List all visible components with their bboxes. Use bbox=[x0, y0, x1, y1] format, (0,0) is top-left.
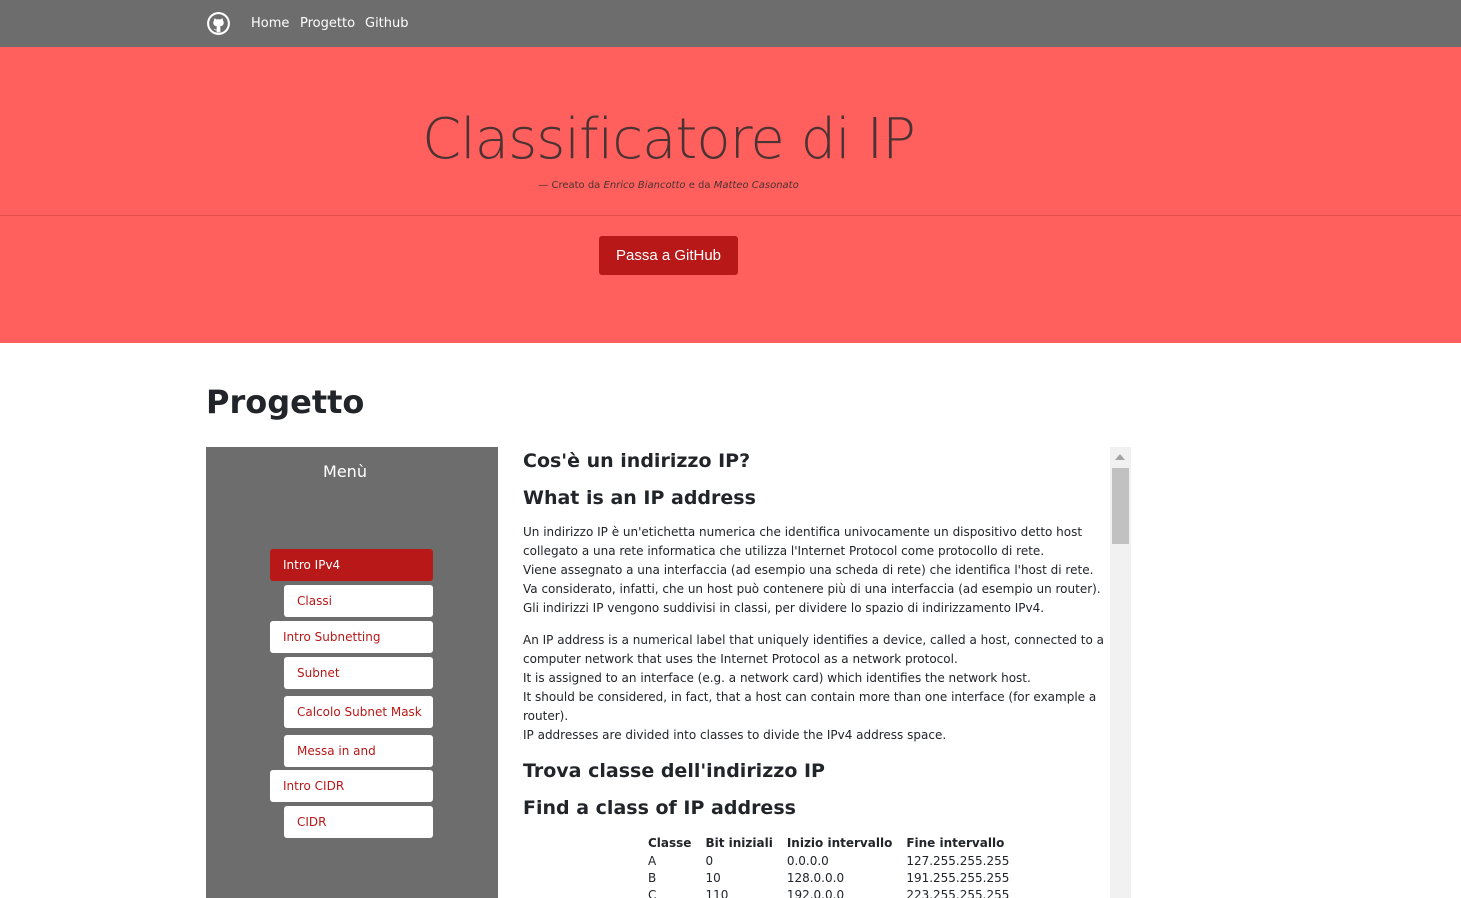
hero-banner: Classificatore di IP — Creato da Enrico … bbox=[0, 47, 1461, 343]
menu-item-classi[interactable]: Classi bbox=[284, 585, 433, 617]
text-line: It should be considered, in fact, that a… bbox=[523, 690, 1097, 704]
scroll-thumb[interactable] bbox=[1112, 468, 1129, 544]
text-line: Un indirizzo IP è un'etichetta numerica … bbox=[523, 525, 1083, 539]
column-header: Bit iniziali bbox=[705, 835, 773, 850]
text-line: collegato a una rete informatica che uti… bbox=[523, 544, 1045, 558]
table-row: C 110 192.0.0.0 223.255.255.255 bbox=[648, 886, 1023, 898]
hero-divider bbox=[0, 215, 1461, 216]
top-navbar: Home Progetto Github bbox=[0, 0, 1461, 47]
ip-class-table: Classe Bit iniziali Inizio intervallo Fi… bbox=[648, 833, 1023, 898]
nav-link-github[interactable]: Github bbox=[365, 16, 409, 31]
section-title: Progetto bbox=[206, 383, 365, 421]
text-line: IP addresses are divided into classes to… bbox=[523, 728, 947, 742]
table-cell: 191.255.255.255 bbox=[906, 870, 1010, 885]
hero-byline: — Creato da Enrico Biancotto e da Matteo… bbox=[0, 180, 1337, 191]
text-line: It is assigned to an interface (e.g. a n… bbox=[523, 671, 1031, 685]
column-header: Classe bbox=[648, 835, 692, 850]
text-line: computer network that uses the Internet … bbox=[523, 652, 958, 666]
sidebar-title: Menù bbox=[323, 462, 367, 481]
nav-link-home[interactable]: Home bbox=[251, 16, 289, 31]
table-cell: 192.0.0.0 bbox=[786, 887, 845, 898]
menu-item-intro-cidr[interactable]: Intro CIDR bbox=[270, 770, 433, 802]
table-header-row: Classe Bit iniziali Inizio intervallo Fi… bbox=[648, 833, 1023, 852]
heading-trova-classe: Trova classe dell'indirizzo IP bbox=[523, 760, 825, 782]
text-line: An IP address is a numerical label that … bbox=[523, 633, 1105, 647]
table-cell: 10 bbox=[705, 870, 721, 885]
table-cell: 0.0.0.0 bbox=[786, 853, 829, 868]
author-name: Enrico Biancotto bbox=[603, 180, 686, 191]
github-button[interactable]: Passa a GitHub bbox=[599, 236, 738, 275]
table-cell: 223.255.255.255 bbox=[906, 887, 1010, 898]
column-header: Fine intervallo bbox=[906, 835, 1005, 850]
scroll-up-arrow-icon[interactable] bbox=[1115, 454, 1125, 460]
content-scrollbar[interactable] bbox=[1110, 447, 1131, 898]
sidebar-menu: Menù Intro IPv4 Classi Intro Subnetting … bbox=[206, 447, 498, 898]
content-panel[interactable]: Cos'è un indirizzo IP? What is an IP add… bbox=[498, 447, 1110, 898]
text-line: Viene assegnato a una interfaccia (ad es… bbox=[523, 563, 1094, 577]
table-cell: B bbox=[648, 870, 657, 885]
nav-link-progetto[interactable]: Progetto bbox=[300, 16, 355, 31]
byline-prefix: — Creato da bbox=[538, 180, 604, 191]
text-line: Va considerato, infatti, che un host può… bbox=[523, 582, 1101, 596]
table-cell: 127.255.255.255 bbox=[906, 853, 1010, 868]
table-cell: 0 bbox=[705, 853, 714, 868]
menu-item-intro-subnetting[interactable]: Intro Subnetting bbox=[270, 621, 433, 653]
menu-item-cidr[interactable]: CIDR bbox=[284, 806, 433, 838]
heading-find-class: Find a class of IP address bbox=[523, 797, 796, 819]
heading-what-is-ip: What is an IP address bbox=[523, 487, 756, 509]
heading-cose-ip: Cos'è un indirizzo IP? bbox=[523, 450, 751, 472]
menu-item-calcolo-subnet-mask[interactable]: Calcolo Subnet Mask bbox=[284, 696, 433, 728]
paragraph-english: An IP address is a numerical label that … bbox=[523, 631, 1105, 745]
table-cell: A bbox=[648, 853, 657, 868]
menu-item-messa-in-and[interactable]: Messa in and bbox=[284, 735, 433, 767]
text-line: router). bbox=[523, 709, 569, 723]
table-cell: 110 bbox=[705, 887, 729, 898]
table-cell: C bbox=[648, 887, 657, 898]
table-row: A 0 0.0.0.0 127.255.255.255 bbox=[648, 852, 1023, 869]
table-cell: 128.0.0.0 bbox=[786, 870, 845, 885]
byline-middle: e da bbox=[685, 180, 714, 191]
table-row: B 10 128.0.0.0 191.255.255.255 bbox=[648, 869, 1023, 886]
column-header: Inizio intervallo bbox=[786, 835, 893, 850]
author-name: Matteo Casonato bbox=[713, 180, 799, 191]
hero-title: Classificatore di IP bbox=[422, 107, 916, 172]
menu-item-intro-ipv4[interactable]: Intro IPv4 bbox=[270, 549, 433, 581]
text-line: Gli indirizzi IP vengono suddivisi in cl… bbox=[523, 601, 1045, 615]
github-icon[interactable] bbox=[206, 11, 231, 36]
menu-item-subnet[interactable]: Subnet bbox=[284, 657, 433, 689]
paragraph-italian: Un indirizzo IP è un'etichetta numerica … bbox=[523, 523, 1101, 618]
